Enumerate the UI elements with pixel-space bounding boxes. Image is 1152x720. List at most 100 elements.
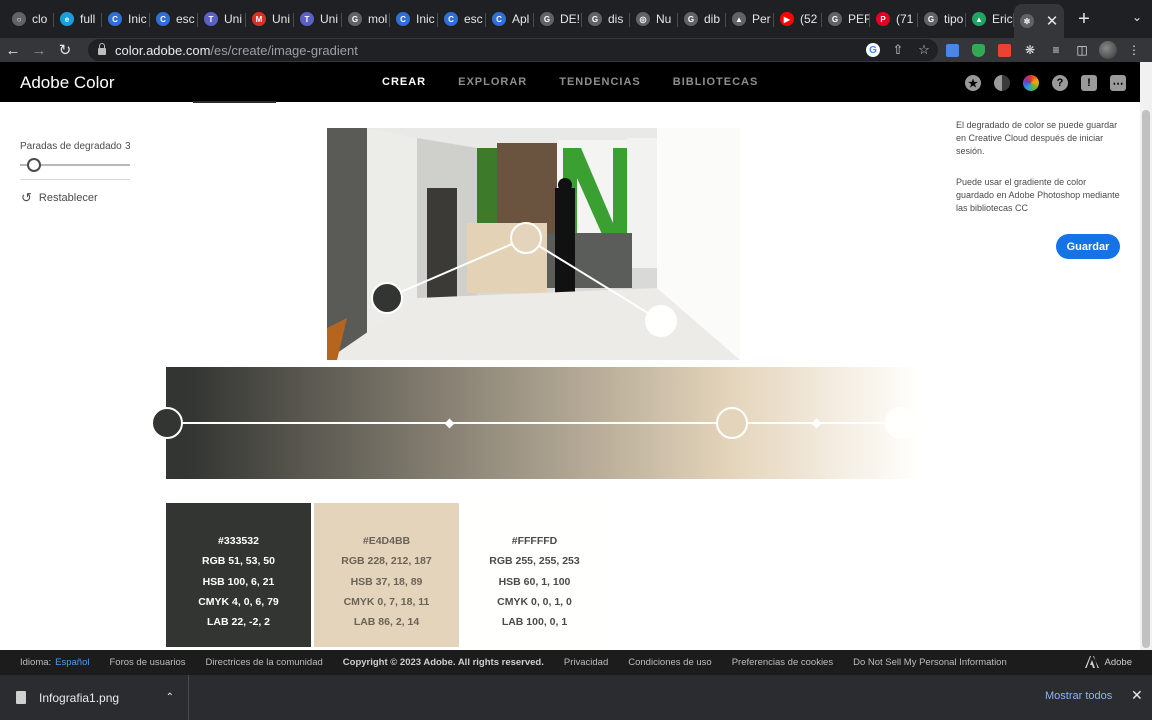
adobe-footer-logo[interactable]: Adobe [1084, 656, 1132, 668]
close-shelf-icon[interactable]: ✕ [1131, 687, 1143, 704]
browser-tab[interactable]: G PEF [822, 4, 870, 34]
share-icon[interactable]: ⇧ [890, 42, 906, 58]
browser-tab[interactable]: T Uni [198, 4, 246, 34]
chat-icon[interactable]: ⋯ [1110, 75, 1126, 91]
address-bar[interactable]: color.adobe.com/es/create/image-gradient… [88, 39, 938, 61]
page-scrollbar-thumb[interactable] [1142, 110, 1150, 648]
feedback-icon[interactable]: ! [1081, 75, 1097, 91]
footer-link-terms[interactable]: Condiciones de uso [628, 657, 711, 668]
language-value[interactable]: Español [55, 657, 89, 668]
chevron-up-icon[interactable]: ⌃ [166, 692, 174, 703]
google-icon: G [828, 12, 842, 26]
drive-icon: ▲ [972, 12, 986, 26]
puzzle-extensions-icon[interactable]: ❋ [1020, 40, 1040, 60]
color-swatch-2[interactable]: #E4D4BB RGB 228, 212, 187 HSB 37, 18, 89… [314, 503, 459, 647]
browser-tab[interactable]: Cesc [150, 4, 198, 34]
side-panel-icon[interactable]: ◫ [1072, 40, 1092, 60]
google-lens-icon[interactable]: G [866, 43, 880, 57]
nav-bibliotecas[interactable]: BIBLIOTECAS [673, 76, 759, 88]
browser-tab[interactable]: Gmol [342, 4, 390, 34]
shield-extension-icon[interactable] [968, 40, 988, 60]
download-item[interactable]: Infografia1.png ⌃ [0, 675, 189, 720]
swatch-cmyk: CMYK 0, 0, 1, 0 [497, 595, 572, 608]
browser-tab[interactable]: T Uni [294, 4, 342, 34]
browser-tab[interactable]: ○ clo [6, 4, 54, 34]
nav-crear[interactable]: CREAR [382, 76, 426, 88]
gradient-track [166, 422, 901, 424]
nav-tendencias[interactable]: TENDENCIAS [559, 76, 641, 88]
browser-tab[interactable]: Gdib [678, 4, 726, 34]
accessibility-icon[interactable]: ★ [965, 75, 981, 91]
save-button[interactable]: Guardar [1056, 234, 1120, 259]
translate-extension-icon[interactable] [942, 40, 962, 60]
language-selector[interactable]: Idioma: Español [20, 657, 90, 668]
swatch-cmyk: CMYK 4, 0, 6, 79 [198, 595, 279, 608]
browser-tab-label: clo [32, 12, 48, 26]
browser-tab-label: tipo [944, 12, 964, 26]
adobe-footer-label: Adobe [1104, 656, 1132, 668]
swatch-lab: LAB 22, -2, 2 [206, 616, 271, 629]
browser-tab[interactable]: ◎ Nu [630, 4, 678, 34]
browser-tab[interactable]: P (71 [870, 4, 918, 34]
file-icon [16, 691, 26, 704]
browser-tab[interactable]: G DE! [534, 4, 582, 34]
footer-link-cookies[interactable]: Preferencias de cookies [732, 657, 833, 668]
swatch-lab: LAB 100, 0, 1 [501, 616, 568, 629]
color-swatch-1[interactable]: #333532 RGB 51, 53, 50 HSB 100, 6, 21 CM… [166, 503, 311, 647]
reset-label: Restablecer [38, 192, 98, 204]
color-wheel-icon[interactable] [1023, 75, 1039, 91]
swatch-hex[interactable]: #FFFFFD [512, 531, 558, 551]
image-picker-beige[interactable] [510, 222, 542, 254]
gradient-stop-3[interactable] [885, 407, 917, 439]
media-queue-icon[interactable]: ≡ [1046, 40, 1066, 60]
browser-tab[interactable]: ▲ Eric [966, 4, 1014, 34]
tab-search-chevron-icon[interactable]: ⌄ [1132, 10, 1142, 24]
brand-title[interactable]: Adobe Color [20, 73, 115, 93]
gradient-stops-slider-thumb[interactable] [27, 158, 41, 172]
browser-tab-label: DE! [560, 12, 581, 26]
footer-link-do-not-sell[interactable]: Do Not Sell My Personal Information [853, 657, 1007, 668]
lock-icon[interactable] [98, 43, 106, 55]
footer-link-guidelines[interactable]: Directrices de la comunidad [206, 657, 323, 668]
google-icon: G [540, 12, 554, 26]
browser-tab[interactable]: M Uni [246, 4, 294, 34]
reload-icon[interactable]: ↻ [52, 41, 78, 59]
image-picker-white[interactable] [645, 305, 677, 337]
record-extension-icon[interactable] [994, 40, 1014, 60]
adobe-logo-icon [1084, 656, 1099, 668]
footer-link-privacy[interactable]: Privacidad [564, 657, 608, 668]
bookmark-star-icon[interactable]: ☆ [916, 42, 932, 58]
browser-tab[interactable]: C Inic [390, 4, 438, 34]
browser-tab[interactable]: ▶ (52 [774, 4, 822, 34]
browser-tab[interactable]: ▲ Per [726, 4, 774, 34]
reset-button[interactable]: ↺ Restablecer [21, 190, 98, 206]
swatch-hex[interactable]: #E4D4BB [363, 531, 410, 551]
browser-tab[interactable]: Cesc [438, 4, 486, 34]
forward-arrow-icon[interactable]: → [26, 42, 52, 59]
swatch-hex[interactable]: #333532 [218, 531, 259, 551]
chrome-menu-icon[interactable]: ⋮ [1124, 40, 1144, 60]
color-swatch-3[interactable]: #FFFFFD RGB 255, 255, 253 HSB 60, 1, 100… [462, 503, 607, 647]
profile-avatar[interactable] [1098, 40, 1118, 60]
browser-tab[interactable]: C Inic [102, 4, 150, 34]
new-tab-icon[interactable]: + [1070, 8, 1098, 31]
back-arrow-icon[interactable]: ← [0, 42, 26, 59]
browser-tab[interactable]: C Apl [486, 4, 534, 34]
contrast-icon[interactable] [994, 75, 1010, 91]
gradient-stop-2[interactable] [716, 407, 748, 439]
close-tab-icon[interactable]: ✕ [1042, 12, 1062, 30]
footer-link-forums[interactable]: Foros de usuarios [110, 657, 186, 668]
edge-icon: e [60, 12, 74, 26]
gradient-stop-1[interactable] [151, 407, 183, 439]
image-picker-dark[interactable] [371, 282, 403, 314]
browser-tab-label: Uni [320, 12, 339, 26]
language-label: Idioma: [20, 657, 52, 668]
browser-tab[interactable]: e full [54, 4, 102, 34]
browser-tab-active[interactable]: ✲ ✕ [1014, 4, 1064, 38]
browser-tab[interactable]: Gdis [582, 4, 630, 34]
nav-explorar[interactable]: EXPLORAR [458, 76, 527, 88]
show-all-downloads-button[interactable]: Mostrar todos [1045, 690, 1112, 702]
browser-tab[interactable]: Gtipo [918, 4, 966, 34]
help-icon[interactable]: ? [1052, 75, 1068, 91]
save-info-text: El degradado de color se puede guardar e… [956, 120, 1118, 156]
